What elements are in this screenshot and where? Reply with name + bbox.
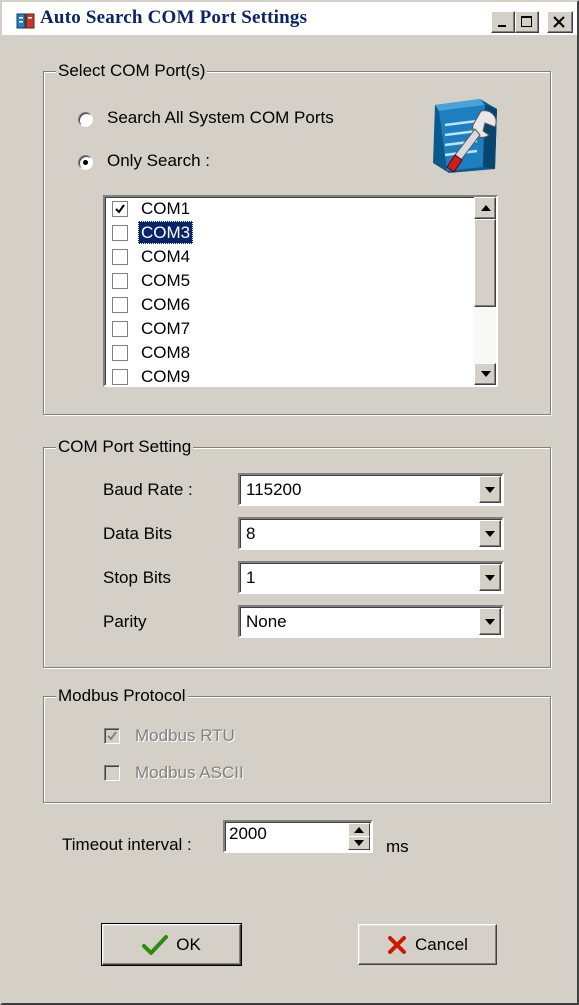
stop-bits-dropdown-button[interactable] <box>479 564 501 591</box>
data-bits-dropdown-button[interactable] <box>479 520 501 547</box>
com-port-checkbox[interactable] <box>112 345 128 361</box>
com-port-checkbox[interactable] <box>112 297 128 313</box>
com-port-list-item[interactable]: COM8 <box>109 341 461 365</box>
ok-label: OK <box>176 934 201 954</box>
com-port-list-item[interactable]: COM5 <box>109 269 461 293</box>
spin-down-button[interactable] <box>348 836 370 850</box>
only-search-radio[interactable] <box>78 155 93 170</box>
com-port-label: COM4 <box>141 247 191 266</box>
com-port-checkbox[interactable] <box>112 369 128 385</box>
timeout-spinner[interactable] <box>348 823 370 850</box>
timeout-value: 2000 <box>229 824 267 843</box>
chevron-down-icon <box>485 531 495 537</box>
com-port-label: COM1 <box>141 199 191 218</box>
select-com-group-title: Select COM Port(s) <box>56 61 208 81</box>
chevron-down-icon <box>485 575 495 581</box>
com-port-label: COM8 <box>141 343 191 362</box>
stop-bits-value: 1 <box>246 568 256 587</box>
com-port-label: COM5 <box>141 271 191 290</box>
com-port-list-item[interactable]: COM4 <box>109 245 461 269</box>
modbus-rtu-checkbox[interactable] <box>104 728 120 744</box>
title-bar[interactable]: Auto Search COM Port Settings <box>2 2 577 35</box>
com-port-checkbox[interactable] <box>112 321 128 337</box>
check-icon <box>142 934 169 955</box>
com-port-list-item[interactable]: COM1 <box>109 197 461 221</box>
chevron-down-icon <box>485 487 495 493</box>
stop-bits-label: Stop Bits <box>103 568 172 587</box>
arrow-up-icon <box>354 827 364 833</box>
com-port-list-item[interactable]: COM9 <box>109 365 461 386</box>
scroll-up-button[interactable] <box>474 197 496 219</box>
scroll-thumb[interactable] <box>474 219 496 307</box>
search-all-radio[interactable] <box>78 112 93 127</box>
com-port-list-item[interactable]: COM6 <box>109 293 461 317</box>
com-port-list-item[interactable]: COM7 <box>109 317 461 341</box>
parity-select[interactable]: None <box>238 605 504 638</box>
search-all-label: Search All System COM Ports <box>107 108 334 127</box>
cancel-button[interactable]: Cancel <box>358 924 497 965</box>
com-port-checkbox[interactable] <box>112 225 128 241</box>
com-port-label: COM6 <box>141 295 191 314</box>
com-port-checkbox[interactable] <box>112 273 128 289</box>
data-bits-label: Data Bits <box>103 524 172 543</box>
parity-value: None <box>246 612 287 631</box>
maximize-button[interactable] <box>515 11 539 33</box>
baud-rate-label: Baud Rate : <box>103 480 193 499</box>
baud-rate-value: 115200 <box>246 480 302 499</box>
arrow-up-icon <box>481 205 491 211</box>
minimize-icon <box>498 25 506 27</box>
chevron-down-icon <box>485 619 495 625</box>
modbus-rtu-label: Modbus RTU <box>135 726 235 745</box>
modbus-ascii-label: Modbus ASCII <box>135 763 244 782</box>
com-port-label: COM3 <box>138 221 194 244</box>
stop-bits-select[interactable]: 1 <box>238 561 504 594</box>
com-port-list-item[interactable]: COM3 <box>109 221 461 245</box>
modbus-protocol-group: Modbus Protocol <box>43 686 551 803</box>
arrow-down-icon <box>354 840 364 846</box>
timeout-label: Timeout interval : <box>62 835 192 854</box>
arrow-down-icon <box>481 371 491 377</box>
checkmark-icon <box>115 204 125 214</box>
app-icon <box>16 11 36 31</box>
parity-label: Parity <box>103 612 147 631</box>
baud-rate-select[interactable]: 115200 <box>238 473 504 506</box>
com-port-label: COM9 <box>141 367 191 386</box>
com-port-list[interactable]: COM1 COM3 COM4 COM5 COM6 COM7 COM8 COM9 <box>103 195 498 387</box>
com-port-label: COM7 <box>141 319 191 338</box>
maximize-icon <box>521 16 532 27</box>
dialog-window: Auto Search COM Port Settings Select COM… <box>0 0 579 1005</box>
only-search-label: Only Search : <box>107 151 210 170</box>
ok-button[interactable]: OK <box>101 923 242 966</box>
spin-up-button[interactable] <box>348 823 370 837</box>
modbus-protocol-group-title: Modbus Protocol <box>56 686 188 706</box>
data-bits-select[interactable]: 8 <box>238 517 504 550</box>
close-icon <box>553 16 565 28</box>
close-button[interactable] <box>547 11 573 33</box>
com-port-checkbox[interactable] <box>112 201 128 217</box>
window-title: Auto Search COM Port Settings <box>40 7 308 28</box>
parity-dropdown-button[interactable] <box>479 608 501 635</box>
checkmark-icon <box>107 731 117 741</box>
com-port-checkbox[interactable] <box>112 249 128 265</box>
cancel-label: Cancel <box>415 934 468 954</box>
baud-rate-dropdown-button[interactable] <box>479 476 501 503</box>
data-bits-value: 8 <box>246 524 256 543</box>
minimize-button[interactable] <box>491 11 515 33</box>
x-icon <box>388 935 407 954</box>
modbus-ascii-checkbox[interactable] <box>104 765 120 781</box>
timeout-unit: ms <box>386 837 409 856</box>
list-scrollbar[interactable] <box>474 197 496 385</box>
timeout-input[interactable]: 2000 <box>223 820 373 853</box>
scroll-down-button[interactable] <box>474 363 496 385</box>
settings-wrench-icon <box>425 97 503 175</box>
com-port-setting-group-title: COM Port Setting <box>56 437 194 457</box>
